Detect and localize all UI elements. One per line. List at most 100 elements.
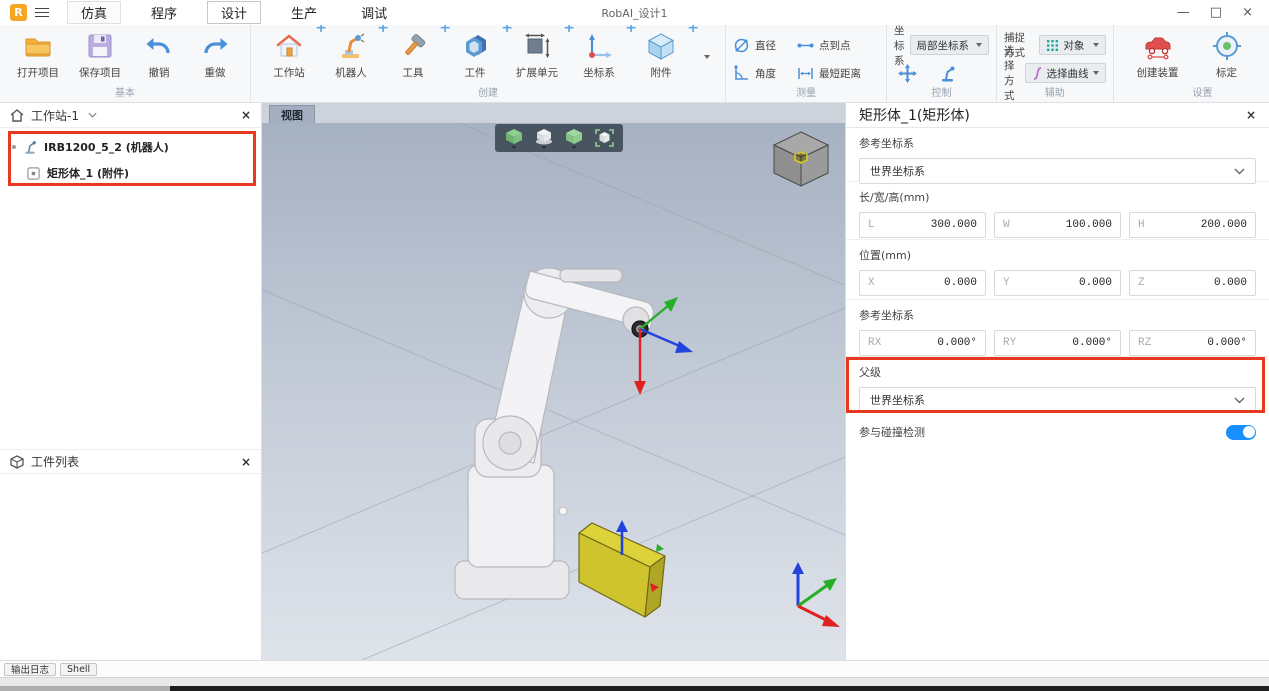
application-window: R 仿真 程序 设计 生产 调试 RobAI_设计1 — □ × 打开项目 保存…	[0, 0, 1269, 691]
tree-expander-icon[interactable]	[12, 145, 16, 149]
width-input[interactable]: W 100.000	[994, 212, 1121, 238]
position-y-input[interactable]: Y 0.000	[994, 270, 1121, 296]
close-button[interactable]: ×	[1242, 5, 1253, 20]
world-axes-triad	[792, 562, 840, 627]
shaded-cube-icon	[536, 128, 552, 144]
extension-unit-icon	[525, 33, 550, 58]
taskbar-strip-left	[0, 686, 170, 691]
view-solid-button[interactable]	[561, 125, 587, 151]
properties-close-button[interactable]: ×	[1246, 108, 1256, 122]
station-panel-close-button[interactable]: ×	[241, 108, 251, 122]
tab-production[interactable]: 生产	[277, 1, 331, 24]
minimize-button[interactable]: —	[1177, 5, 1190, 20]
diameter-icon	[734, 38, 749, 52]
create-workstation-button[interactable]: + 工作站	[258, 25, 327, 80]
snap-mode-dropdown[interactable]: 对象	[1039, 35, 1106, 55]
length-input[interactable]: L 300.000	[859, 212, 986, 238]
create-attachment-button[interactable]: + 附件	[630, 25, 699, 80]
create-extension-unit-button[interactable]: + 扩展单元	[506, 25, 575, 80]
tab-output-log[interactable]: 输出日志	[4, 662, 57, 676]
floor-point	[558, 506, 568, 516]
create-device-button[interactable]: 创建装置	[1121, 27, 1195, 80]
ribbon-group-label-control: 控制	[931, 88, 952, 99]
curve-select-icon	[1033, 66, 1041, 80]
position-x-input[interactable]: X 0.000	[859, 270, 986, 296]
position-z-input[interactable]: Z 0.000	[1129, 270, 1256, 296]
plus-badge: +	[687, 25, 699, 36]
tab-shell[interactable]: Shell	[60, 662, 98, 676]
menu-icon[interactable]	[35, 7, 49, 18]
ref-frame-select[interactable]: 世界坐标系	[859, 158, 1256, 184]
pick-mode-dropdown[interactable]: 选择曲线	[1024, 63, 1106, 83]
view-shaded-button[interactable]	[531, 125, 557, 151]
viewport-tab-strip: 视图	[262, 103, 845, 123]
maximize-button[interactable]: □	[1210, 5, 1222, 20]
viewport-toolbar	[495, 124, 623, 152]
open-project-button[interactable]: 打开项目	[7, 27, 69, 80]
move-control-button[interactable]	[894, 61, 920, 85]
collision-toggle[interactable]	[1226, 424, 1256, 440]
chevron-down-icon	[541, 145, 547, 149]
ribbon-group-label-basic: 基本	[115, 88, 135, 99]
measure-shortest-distance-button[interactable]: 最短距离	[797, 59, 879, 87]
parent-select[interactable]: 世界坐标系	[859, 387, 1256, 413]
ribbon-group-label-measure: 测量	[796, 88, 816, 99]
tab-program[interactable]: 程序	[137, 1, 191, 24]
create-frame-button[interactable]: + 坐标系	[568, 25, 637, 80]
tree-item-robot[interactable]: IRB1200_5_2 (机器人)	[0, 134, 261, 160]
save-project-button[interactable]: 保存项目	[69, 27, 131, 80]
chevron-down-icon	[511, 145, 517, 149]
measure-point-to-point-button[interactable]: 点到点	[797, 31, 879, 59]
chevron-down-icon	[703, 55, 710, 59]
coordinate-system-dropdown[interactable]: 局部坐标系	[909, 35, 989, 55]
workpiece-panel-close-button[interactable]: ×	[241, 455, 251, 469]
ribbon-toolbar: 打开项目 保存项目 撤销 重做 基本 + 工作站 + 机器人 + 工具 + 工件…	[0, 25, 1269, 103]
chevron-down-icon	[571, 145, 577, 149]
calibrate-button[interactable]: 标定	[1195, 27, 1259, 80]
tab-simulation[interactable]: 仿真	[67, 1, 122, 24]
robot-jog-button[interactable]	[934, 61, 960, 85]
height-input[interactable]: H 200.000	[1129, 212, 1256, 238]
point-to-point-icon	[797, 43, 814, 47]
view-isometric-button[interactable]	[501, 125, 527, 151]
robot-jog-icon	[941, 66, 954, 81]
rotation-ry-input[interactable]: RY 0.000°	[994, 330, 1121, 356]
ref-frame-label: 参考坐标系	[859, 137, 914, 150]
create-tool-button[interactable]: + 工具	[382, 25, 452, 80]
window-title: RobAI_设计1	[601, 6, 668, 20]
attachment-dropdown-button[interactable]	[692, 45, 718, 69]
chevron-down-icon	[976, 43, 982, 47]
rotation-rz-input[interactable]: RZ 0.000°	[1129, 330, 1256, 356]
undo-button[interactable]: 撤销	[131, 27, 187, 80]
create-robot-button[interactable]: + 机器人	[320, 25, 389, 80]
window-controls: — □ ×	[1177, 5, 1259, 20]
rotation-rx-input[interactable]: RX 0.000°	[859, 330, 986, 356]
ribbon-group-label-assist: 辅助	[1044, 88, 1065, 99]
position-section: 位置(mm) X 0.000 Y 0.000 Z 0.000	[846, 240, 1269, 300]
calibrate-dropdown-button[interactable]	[1259, 57, 1269, 81]
chevron-down-icon	[1092, 43, 1099, 47]
workpiece-list-empty	[0, 474, 261, 660]
tab-debug[interactable]: 调试	[347, 1, 401, 24]
chevron-down-icon[interactable]	[88, 112, 97, 118]
home-icon	[10, 108, 24, 122]
measure-angle-button[interactable]: 角度	[733, 59, 797, 87]
tab-design[interactable]: 设计	[207, 1, 262, 24]
viewport-3d-canvas[interactable]	[262, 123, 845, 660]
tree-item-box[interactable]: 矩形体_1 (附件)	[0, 160, 261, 186]
collision-section: 参与碰撞检测	[846, 414, 1269, 450]
redo-button[interactable]: 重做	[187, 27, 243, 80]
create-workpiece-button[interactable]: + 工件	[444, 25, 514, 80]
navigation-cube[interactable]	[772, 130, 830, 188]
taskbar-strip-dark	[170, 686, 1269, 691]
ribbon-group-settings: 创建装置 标定 设置	[1114, 25, 1269, 102]
fit-view-icon	[594, 129, 614, 147]
3d-scene	[262, 123, 845, 660]
calibration-target-icon	[1212, 32, 1241, 60]
measure-diameter-button[interactable]: 直径	[733, 31, 797, 59]
view-fit-button[interactable]	[591, 125, 617, 151]
viewport-tab-view[interactable]: 视图	[269, 105, 315, 123]
app-logo[interactable]: R	[10, 4, 27, 21]
left-sidebar: 工作站-1 × IRB1200_5_2 (机器人) 矩形体_1 (附件) 工件列…	[0, 103, 262, 660]
titlebar: R 仿真 程序 设计 生产 调试 RobAI_设计1 — □ ×	[0, 0, 1269, 25]
